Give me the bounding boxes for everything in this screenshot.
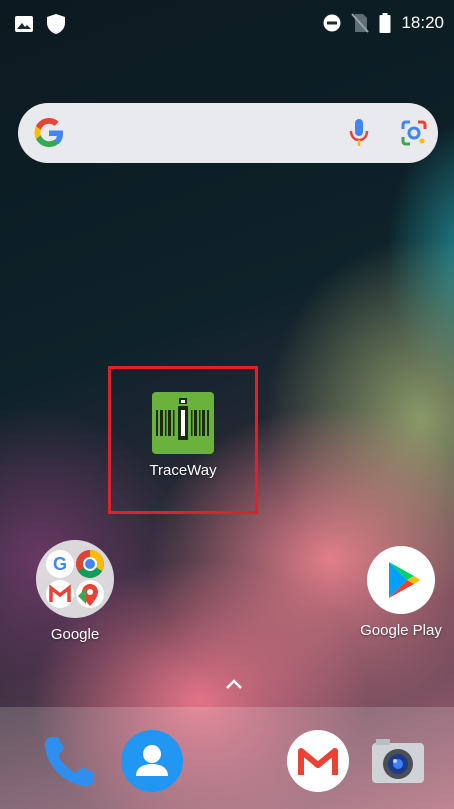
traceway-barcode-icon bbox=[152, 392, 214, 454]
shield-icon bbox=[47, 14, 65, 34]
google-search-bar[interactable] bbox=[18, 103, 438, 163]
lens-icon[interactable] bbox=[400, 119, 428, 147]
status-bar: 18:20 bbox=[0, 0, 454, 50]
dock-gmail[interactable] bbox=[286, 729, 350, 793]
app-label-google-play: Google Play bbox=[360, 622, 442, 639]
home-screen: 18:20 TraceWay G Google Google Play bbox=[0, 0, 454, 809]
no-sim-icon bbox=[351, 13, 370, 33]
dock-phone[interactable] bbox=[38, 729, 102, 793]
svg-text:G: G bbox=[53, 554, 67, 574]
app-label-traceway: TraceWay bbox=[149, 462, 217, 479]
camera-icon bbox=[372, 739, 424, 783]
dock-contacts[interactable] bbox=[120, 729, 184, 793]
google-g-icon bbox=[34, 118, 63, 147]
google-play-icon bbox=[367, 546, 435, 614]
chevron-up-icon[interactable] bbox=[225, 678, 243, 690]
gmail-icon bbox=[287, 730, 349, 792]
status-clock: 18:20 bbox=[401, 13, 444, 32]
image-icon bbox=[15, 16, 33, 32]
contacts-icon bbox=[121, 730, 183, 792]
app-traceway[interactable]: TraceWay bbox=[118, 392, 248, 479]
do-not-disturb-icon bbox=[323, 14, 341, 32]
app-google-play[interactable]: Google Play bbox=[346, 546, 454, 639]
app-folder-google[interactable]: G Google bbox=[20, 540, 130, 643]
google-folder-icon: G bbox=[36, 540, 114, 618]
phone-icon bbox=[44, 737, 94, 787]
mic-icon[interactable] bbox=[348, 118, 370, 148]
dock bbox=[0, 707, 454, 809]
app-label-google: Google bbox=[50, 626, 100, 643]
battery-icon bbox=[379, 13, 391, 33]
dock-camera[interactable] bbox=[366, 729, 430, 793]
